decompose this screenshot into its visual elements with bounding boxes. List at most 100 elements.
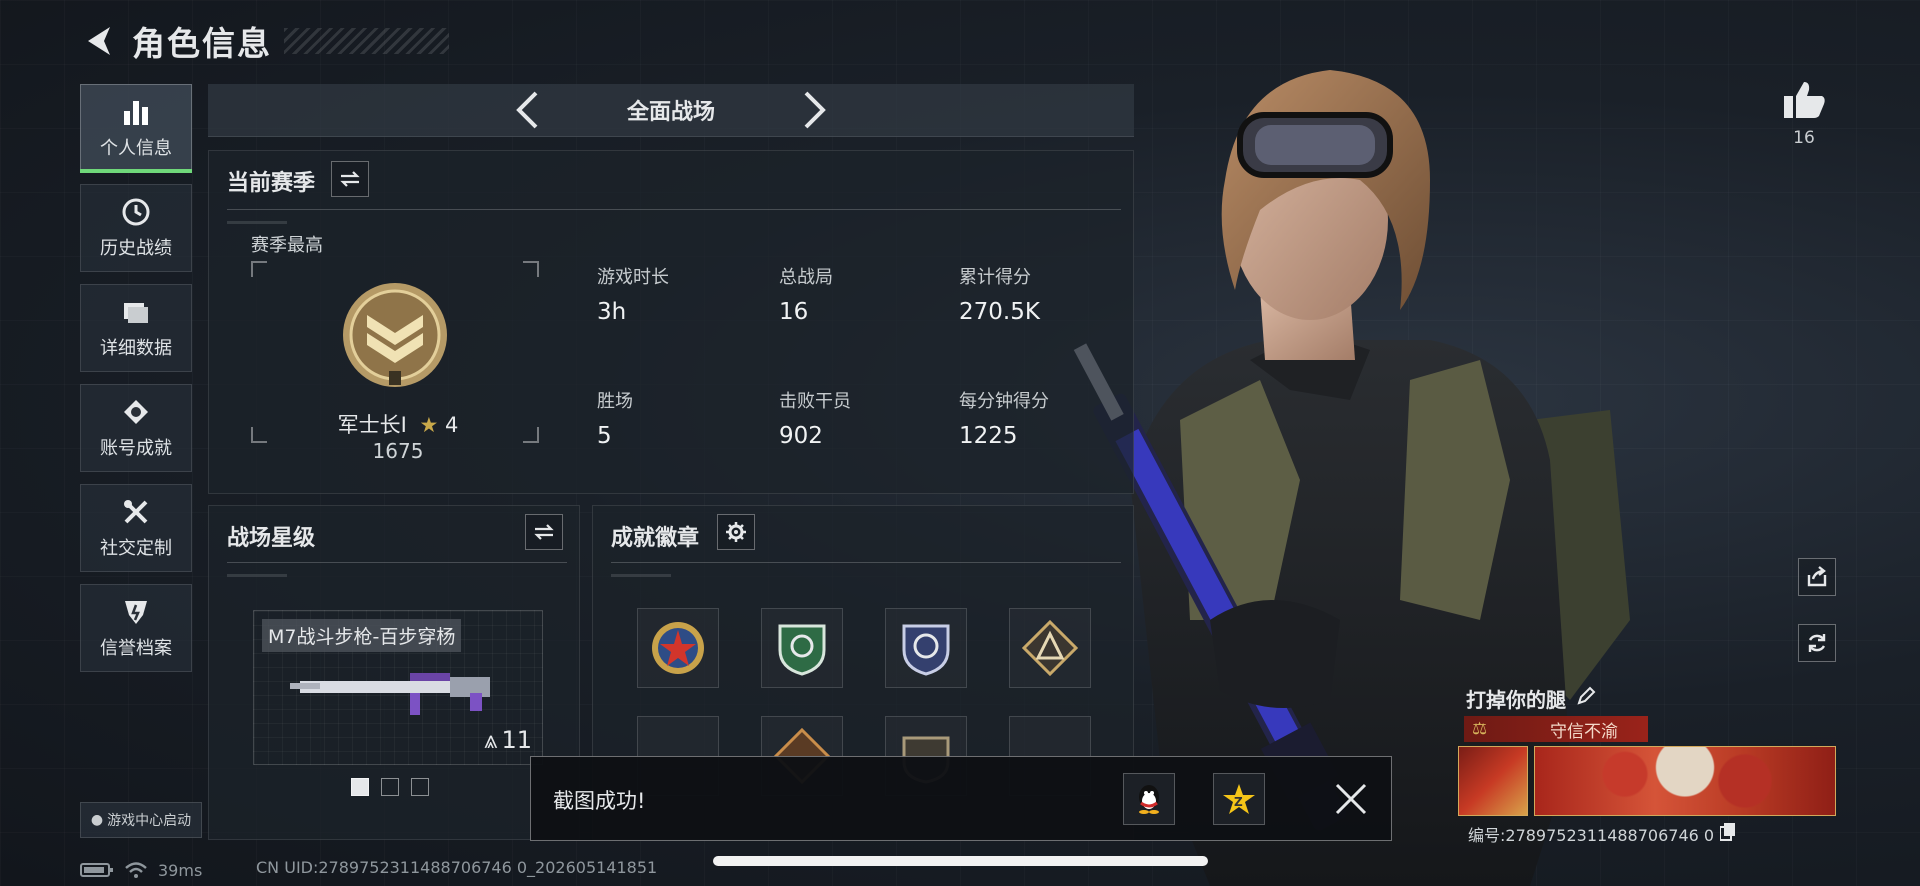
title-tag: ⚖ 守信不渝	[1464, 716, 1648, 742]
page-title: 角色信息	[132, 24, 272, 63]
launch-label: 游戏中心启动	[107, 813, 192, 829]
mode-selector: 全面战场	[208, 84, 1134, 137]
history-icon	[120, 196, 152, 228]
share-icon	[1807, 566, 1827, 587]
season-switch-button[interactable]	[331, 161, 369, 197]
sidebar-item-reputation[interactable]: 信誉档案	[80, 584, 192, 672]
weapon-card[interactable]: M7战斗步枪-百步穿杨 ⩓ 11	[253, 610, 543, 765]
swap-icon	[340, 171, 360, 187]
qzone-star-icon: Z	[1223, 784, 1255, 814]
season-title: 当前赛季	[227, 171, 316, 196]
weapon-name: M7战斗步枪-百步穿杨	[262, 619, 462, 652]
rifle-icon	[290, 673, 490, 715]
blue-shield-icon	[902, 624, 950, 676]
player-id-text: 编号:2789752311488706746 0	[1468, 826, 1715, 845]
sidebar-item-history[interactable]: 历史战绩	[80, 184, 192, 272]
sidebar-item-label: 历史战绩	[100, 238, 172, 259]
pager-dot[interactable]	[381, 778, 399, 796]
rank-stars: 4	[445, 413, 459, 437]
screenshot-toast: 截图成功! Z	[530, 756, 1392, 841]
badge-triangle[interactable]	[1009, 608, 1091, 688]
sidebar-item-profile[interactable]: 个人信息	[80, 84, 192, 173]
player-name: 打掉你的腿	[1466, 684, 1596, 713]
ping-value: 39ms	[158, 860, 203, 880]
stat-play-time: 游戏时长 3h	[597, 263, 669, 325]
uid-line: CN UID:2789752311488706746 0_20260514185…	[256, 858, 658, 877]
divider-decoration	[227, 574, 287, 577]
copy-id-button[interactable]	[1719, 823, 1736, 845]
badge-blue-shield[interactable]	[885, 608, 967, 688]
home-indicator[interactable]	[713, 856, 1208, 866]
mode-label: 全面战场	[626, 100, 715, 125]
sidebar-item-achievements[interactable]: 账号成就	[80, 384, 192, 472]
sidebar-item-label: 社交定制	[100, 538, 172, 559]
green-shield-icon	[778, 624, 826, 676]
sidebar-item-label: 信誉档案	[100, 638, 172, 659]
close-icon	[1335, 783, 1367, 815]
stat-label: 游戏时长	[597, 267, 669, 288]
rank-name: 军士长Ⅰ ★ 4	[269, 409, 527, 439]
stat-score-per-minute: 每分钟得分 1225	[959, 387, 1049, 449]
stat-label: 击败干员	[779, 391, 851, 412]
stat-label: 总战局	[779, 267, 833, 288]
title-tag-text: 守信不渝	[1550, 721, 1618, 742]
status-bar: 39ms	[80, 858, 202, 882]
refresh-button[interactable]	[1798, 624, 1836, 662]
share-button[interactable]	[1798, 558, 1836, 596]
badge-green-shield[interactable]	[761, 608, 843, 688]
like-block[interactable]: 16	[1778, 80, 1830, 148]
share-qzone-button[interactable]: Z	[1213, 773, 1265, 825]
divider	[227, 209, 1121, 210]
rank-emblem-icon	[343, 283, 447, 387]
stat-value: 902	[779, 423, 823, 449]
nameplate-emblem	[1458, 746, 1528, 816]
gear-icon	[726, 522, 746, 542]
stat-wins: 胜场 5	[597, 387, 633, 449]
share-qq-button[interactable]	[1123, 773, 1175, 825]
stat-total-matches: 总战局 16	[779, 263, 833, 325]
player-id: 编号:2789752311488706746 0	[1468, 822, 1736, 846]
title-decoration	[284, 28, 449, 54]
user-icon: ●	[90, 812, 104, 828]
pager-dot[interactable]	[351, 778, 369, 796]
close-toast-button[interactable]	[1333, 781, 1369, 817]
swap-icon	[534, 524, 554, 540]
rank-score: 1675	[372, 439, 424, 463]
sidebar-item-details[interactable]: 详细数据	[80, 284, 192, 372]
achievements-settings-button[interactable]	[717, 514, 755, 550]
stat-value: 5	[597, 423, 612, 449]
sidebar-item-label: 个人信息	[100, 138, 172, 159]
stat-total-score: 累计得分 270.5K	[959, 263, 1040, 325]
battlefield-star-title: 战场星级	[227, 526, 316, 551]
game-center-launch-button[interactable]: ● 游戏中心启动	[80, 802, 202, 838]
scales-icon: ⚖	[1472, 719, 1488, 739]
stat-label: 每分钟得分	[959, 391, 1049, 412]
folder-icon	[120, 296, 152, 328]
divider-decoration	[611, 574, 671, 577]
mode-prev-button[interactable]	[503, 86, 551, 134]
stat-label: 胜场	[597, 391, 633, 412]
star-switch-button[interactable]	[525, 514, 563, 550]
refresh-icon	[1808, 634, 1826, 652]
pencil-icon	[1577, 686, 1596, 705]
badge-star-medal[interactable]	[637, 608, 719, 688]
like-count: 16	[1793, 128, 1815, 148]
chevron-right-icon	[804, 91, 826, 129]
divider-decoration	[227, 221, 287, 224]
weapon-level: ⩓ 11	[484, 726, 532, 754]
divider	[611, 562, 1121, 563]
tools-icon	[120, 496, 152, 528]
sidebar: 个人信息 历史战绩 详细数据 账号成就 社交定制 信誉档案	[80, 84, 192, 684]
level-triangle-icon: ⩓	[483, 726, 498, 754]
back-button[interactable]	[80, 21, 120, 61]
nameplate-banner	[1458, 746, 1836, 816]
nameplate-artwork	[1534, 746, 1836, 816]
stat-value: 270.5K	[959, 299, 1040, 325]
star-medal-icon	[652, 622, 704, 674]
sidebar-item-social[interactable]: 社交定制	[80, 484, 192, 572]
edit-name-button[interactable]	[1576, 686, 1596, 711]
pager-dot[interactable]	[411, 778, 429, 796]
triangle-badge-icon	[1022, 620, 1078, 676]
mode-next-button[interactable]	[791, 86, 839, 134]
shield-icon	[120, 596, 152, 628]
